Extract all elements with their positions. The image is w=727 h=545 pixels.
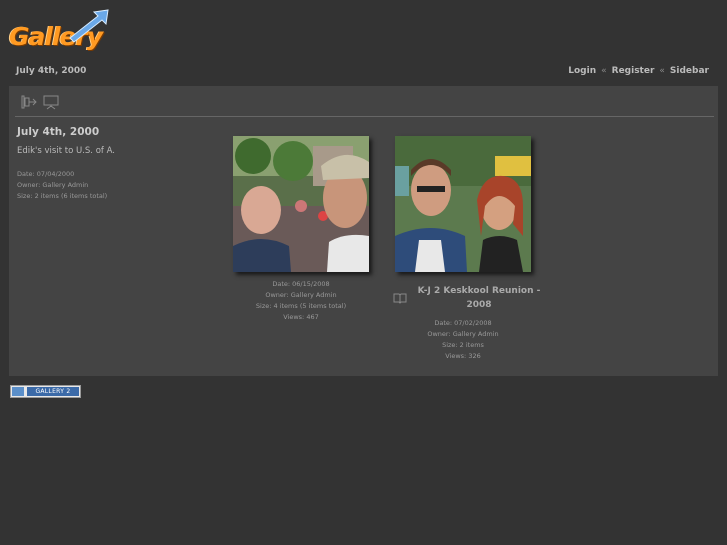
album-thumbnail-1[interactable] [233, 136, 369, 272]
photo-two-men-image [233, 136, 369, 272]
album-book-icon [393, 293, 407, 304]
system-links: Login « Register « Sidebar [568, 66, 709, 76]
item-2-title-line1: K-J 2 Keskkool Reunion - [417, 286, 541, 296]
item-2-meta: Date: 07/02/2008 Owner: Gallery Admin Si… [395, 318, 531, 362]
item-2-title[interactable]: K-J 2 Keskkool Reunion - 2008 [409, 284, 549, 312]
album-owner: Owner: Gallery Admin [17, 181, 89, 189]
item-1-views: Views: 467 [283, 313, 319, 321]
register-link[interactable]: Register [612, 66, 655, 76]
gallery-logo[interactable]: Gallery [8, 8, 109, 56]
item-2-owner: Owner: Gallery Admin [427, 330, 499, 338]
gallery2-badge[interactable]: GALLERY 2 [10, 385, 81, 398]
separator: « [601, 66, 607, 76]
album-title: July 4th, 2000 [17, 126, 100, 138]
album-size: Size: 2 items (6 items total) [17, 192, 108, 200]
item-1-date: Date: 06/15/2008 [272, 280, 330, 288]
item-2-title-line2: 2008 [466, 300, 492, 310]
album-date: Date: 07/04/2000 [17, 170, 75, 178]
toolbar-divider [15, 116, 714, 117]
gallery2-badge-text: GALLERY 2 [27, 387, 79, 396]
sidebar-link[interactable]: Sidebar [670, 66, 709, 76]
exit-icon[interactable] [21, 94, 37, 110]
item-1-size: Size: 4 items (5 items total) [255, 302, 347, 310]
item-2-date: Date: 07/02/2008 [434, 319, 492, 327]
photo-couple-image [395, 136, 531, 272]
item-2-views: Views: 326 [445, 352, 481, 360]
breadcrumb: July 4th, 2000 [16, 66, 87, 76]
album-meta: Date: 07/04/2000 Owner: Gallery Admin Si… [17, 169, 107, 202]
album-panel: July 4th, 2000 Edik's visit to U.S. of A… [9, 86, 718, 376]
item-2-size: Size: 2 items [442, 341, 484, 349]
album-thumbnail-2[interactable] [395, 136, 531, 272]
item-1-meta: Date: 06/15/2008 Owner: Gallery Admin Si… [233, 279, 369, 323]
item-1-owner: Owner: Gallery Admin [265, 291, 337, 299]
separator: « [659, 66, 665, 76]
slideshow-icon[interactable] [43, 94, 59, 110]
gallery2-badge-icon [12, 387, 24, 396]
top-bar: July 4th, 2000 Login « Register « Sidebar [0, 64, 727, 78]
logo-arrow-icon [69, 9, 109, 43]
album-description: Edik's visit to U.S. of A. [17, 146, 115, 156]
login-link[interactable]: Login [568, 66, 596, 76]
